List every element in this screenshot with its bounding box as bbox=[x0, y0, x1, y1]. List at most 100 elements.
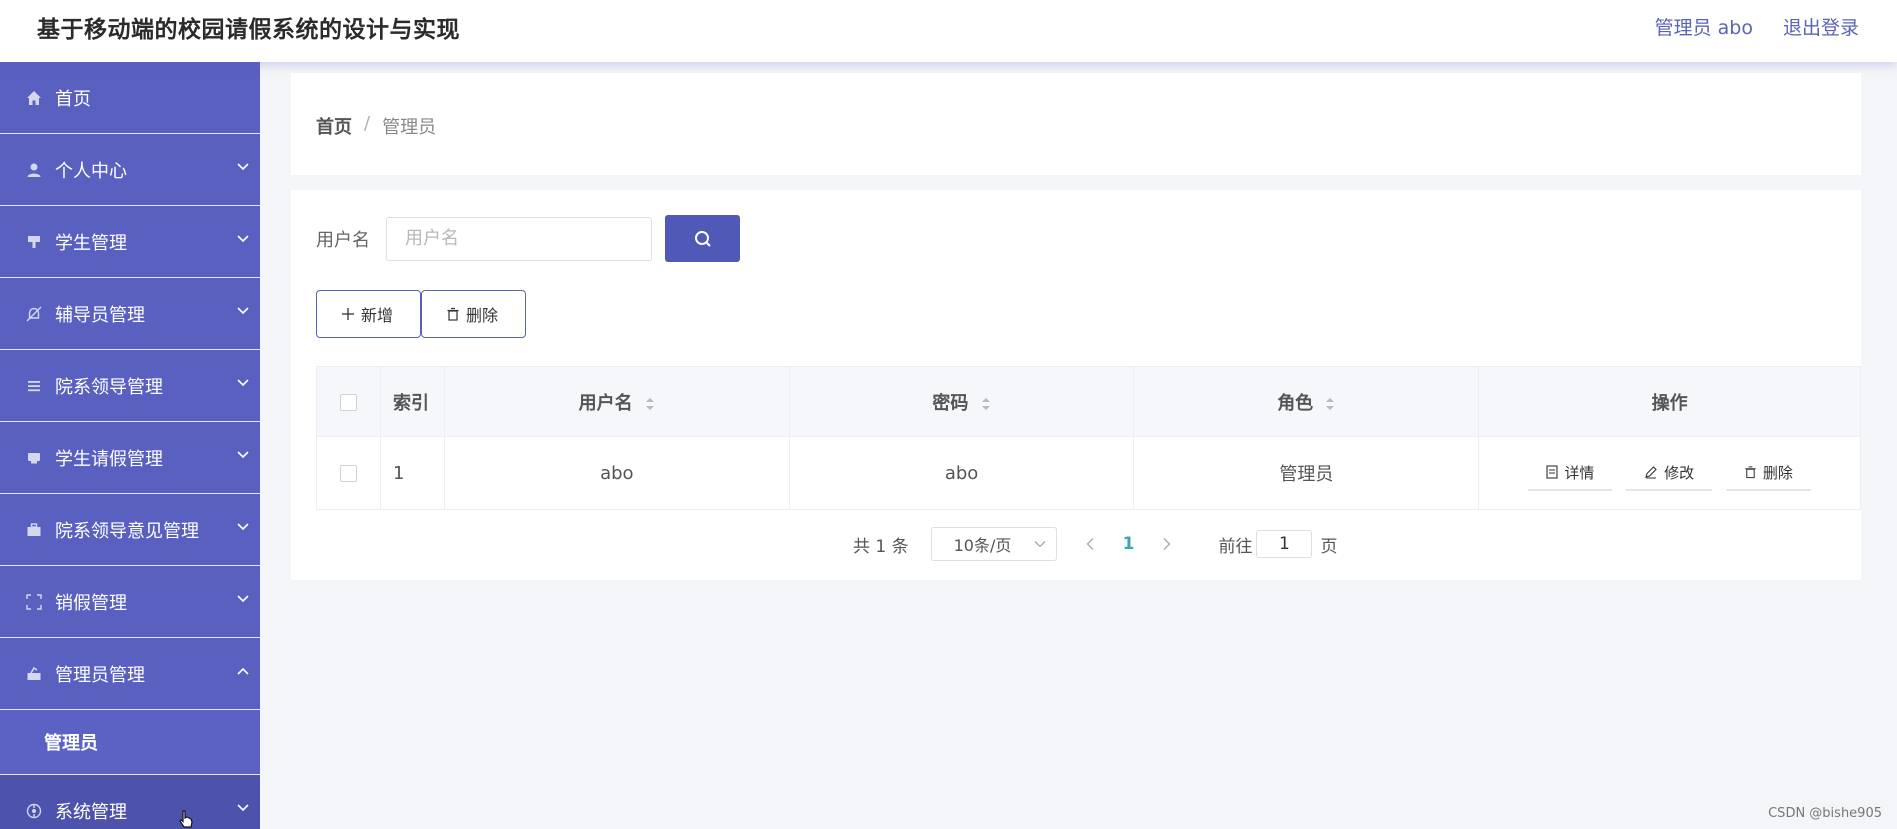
sidebar-item-label: 辅导员管理 bbox=[55, 304, 145, 326]
table-row: 1 abo abo 管理员 详情 修改 删除 bbox=[316, 436, 1861, 510]
add-button[interactable]: 新增 bbox=[316, 290, 421, 338]
briefcase-icon bbox=[24, 520, 44, 540]
chevron-down-icon bbox=[237, 307, 249, 315]
sidebar-item-admin-management[interactable]: 管理员管理 bbox=[0, 638, 260, 710]
sidebar-item-label: 销假管理 bbox=[55, 592, 127, 614]
chevron-down-icon bbox=[237, 451, 249, 459]
sort-icon[interactable] bbox=[1325, 396, 1335, 412]
table-header-row: 索引 用户名 密码 角色 操作 bbox=[316, 366, 1861, 437]
page-size-select[interactable]: 10条/页 bbox=[930, 527, 1057, 561]
plus-icon bbox=[342, 308, 354, 320]
row-select-cell bbox=[316, 436, 381, 510]
sidebar-item-leave-cancel-management[interactable]: 销假管理 bbox=[0, 566, 260, 638]
scan-icon bbox=[24, 592, 44, 612]
row-role: 管理员 bbox=[1133, 436, 1480, 510]
sidebar-subitem-label: 管理员 bbox=[44, 733, 98, 754]
goto-label: 前往 bbox=[1218, 536, 1253, 557]
select-all-checkbox[interactable] bbox=[339, 393, 357, 411]
action-buttons: 新增 删除 bbox=[316, 290, 526, 338]
chevron-up-icon bbox=[237, 667, 249, 675]
sidebar-item-home[interactable]: 首页 bbox=[0, 62, 260, 134]
sidebar-item-label: 院系领导管理 bbox=[55, 376, 163, 398]
sidebar-item-system-management[interactable]: 系统管理 bbox=[0, 775, 260, 829]
page-suffix-label: 页 bbox=[1320, 536, 1338, 557]
sidebar-item-label: 学生管理 bbox=[55, 232, 127, 254]
column-header-label: 角色 bbox=[1277, 392, 1314, 414]
row-delete-button[interactable]: 删除 bbox=[1725, 456, 1811, 491]
breadcrumb-home[interactable]: 首页 bbox=[316, 113, 352, 139]
sidebar-item-label: 院系领导意见管理 bbox=[55, 520, 199, 542]
student-icon bbox=[24, 232, 44, 252]
bell-off-icon bbox=[24, 304, 44, 324]
batch-delete-label: 删除 bbox=[466, 306, 499, 325]
chevron-right-icon bbox=[1163, 537, 1172, 551]
search-button[interactable] bbox=[665, 215, 740, 262]
chevron-left-icon bbox=[1086, 537, 1094, 551]
row-index: 1 bbox=[379, 436, 445, 510]
add-button-label: 新增 bbox=[361, 306, 394, 325]
next-page-button[interactable] bbox=[1162, 537, 1172, 551]
sidebar-item-label: 学生请假管理 bbox=[55, 448, 163, 470]
column-header-password[interactable]: 密码 bbox=[788, 366, 1135, 437]
chevron-down-icon bbox=[237, 523, 249, 531]
breadcrumb-current: 管理员 bbox=[382, 117, 437, 138]
page-number-current[interactable]: 1 bbox=[1123, 534, 1135, 554]
sidebar-item-student-management[interactable]: 学生管理 bbox=[0, 206, 260, 278]
username-search-input[interactable] bbox=[386, 216, 652, 261]
admin-icon bbox=[24, 664, 44, 684]
breadcrumb-panel: 首页 / 管理员 bbox=[291, 73, 1861, 175]
trash-icon bbox=[1745, 466, 1756, 479]
logout-link[interactable]: 退出登录 bbox=[1783, 13, 1859, 40]
select-all-cell bbox=[316, 366, 381, 437]
sidebar-item-label: 个人中心 bbox=[55, 160, 127, 182]
sort-icon[interactable] bbox=[981, 396, 991, 412]
column-header-actions: 操作 bbox=[1478, 366, 1861, 437]
pagination-total: 共 1 条 bbox=[853, 536, 909, 557]
sidebar-item-leader-opinion-management[interactable]: 院系领导意见管理 bbox=[0, 494, 260, 566]
column-header-index: 索引 bbox=[379, 366, 445, 437]
chevron-down-icon bbox=[237, 379, 249, 387]
top-header: 基于移动端的校园请假系统的设计与实现 管理员 abo 退出登录 bbox=[0, 0, 1897, 62]
breadcrumb-separator: / bbox=[364, 113, 371, 134]
home-icon bbox=[24, 88, 44, 108]
edit-button-label: 修改 bbox=[1664, 463, 1695, 482]
batch-delete-button[interactable]: 删除 bbox=[421, 290, 526, 338]
detail-button[interactable]: 详情 bbox=[1528, 456, 1613, 491]
document-icon bbox=[1546, 465, 1558, 479]
edit-icon bbox=[1645, 466, 1657, 479]
hand-cursor-icon bbox=[179, 810, 193, 828]
sidebar-item-label: 管理员管理 bbox=[55, 664, 145, 686]
chevron-down-icon bbox=[237, 235, 249, 243]
current-user-label[interactable]: 管理员 abo bbox=[1655, 13, 1753, 40]
sidebar-item-counselor-management[interactable]: 辅导员管理 bbox=[0, 278, 260, 350]
column-header-role[interactable]: 角色 bbox=[1133, 366, 1480, 437]
edit-button[interactable]: 修改 bbox=[1626, 456, 1713, 491]
prev-page-button[interactable] bbox=[1085, 537, 1095, 551]
sidebar-item-leave-management[interactable]: 学生请假管理 bbox=[0, 422, 260, 494]
row-delete-label: 删除 bbox=[1762, 463, 1793, 482]
column-header-label: 密码 bbox=[932, 392, 969, 414]
column-header-label: 用户名 bbox=[578, 392, 633, 414]
chevron-down-icon bbox=[237, 804, 249, 812]
row-password: abo bbox=[788, 436, 1135, 510]
sidebar-menu: 首页 个人中心 学生管理 辅导员管理 院系领导管理 学生请假管理 院系领导意见管… bbox=[0, 62, 260, 829]
sidebar-item-dept-leader-management[interactable]: 院系领导管理 bbox=[0, 350, 260, 422]
breadcrumb: 首页 / 管理员 bbox=[316, 113, 436, 139]
search-label: 用户名 bbox=[316, 229, 370, 251]
chevron-down-icon bbox=[237, 595, 249, 603]
row-checkbox[interactable] bbox=[339, 465, 357, 482]
goto-page-input[interactable] bbox=[1256, 530, 1313, 558]
sidebar-item-label: 系统管理 bbox=[55, 801, 127, 823]
sort-icon[interactable] bbox=[645, 396, 655, 412]
sidebar-subitem-admin[interactable]: 管理员 bbox=[0, 710, 260, 775]
header-user-area: 管理员 abo 退出登录 bbox=[1655, 13, 1859, 40]
card-icon bbox=[24, 448, 44, 468]
page-size-value: 10条/页 bbox=[953, 536, 1012, 555]
column-header-username[interactable]: 用户名 bbox=[443, 366, 790, 437]
chevron-down-icon bbox=[237, 163, 249, 171]
row-actions: 详情 修改 删除 bbox=[1478, 436, 1861, 510]
search-row: 用户名 bbox=[316, 215, 740, 262]
search-icon bbox=[694, 230, 711, 247]
chevron-down-icon bbox=[1034, 541, 1046, 548]
sidebar-item-personal-center[interactable]: 个人中心 bbox=[0, 134, 260, 206]
